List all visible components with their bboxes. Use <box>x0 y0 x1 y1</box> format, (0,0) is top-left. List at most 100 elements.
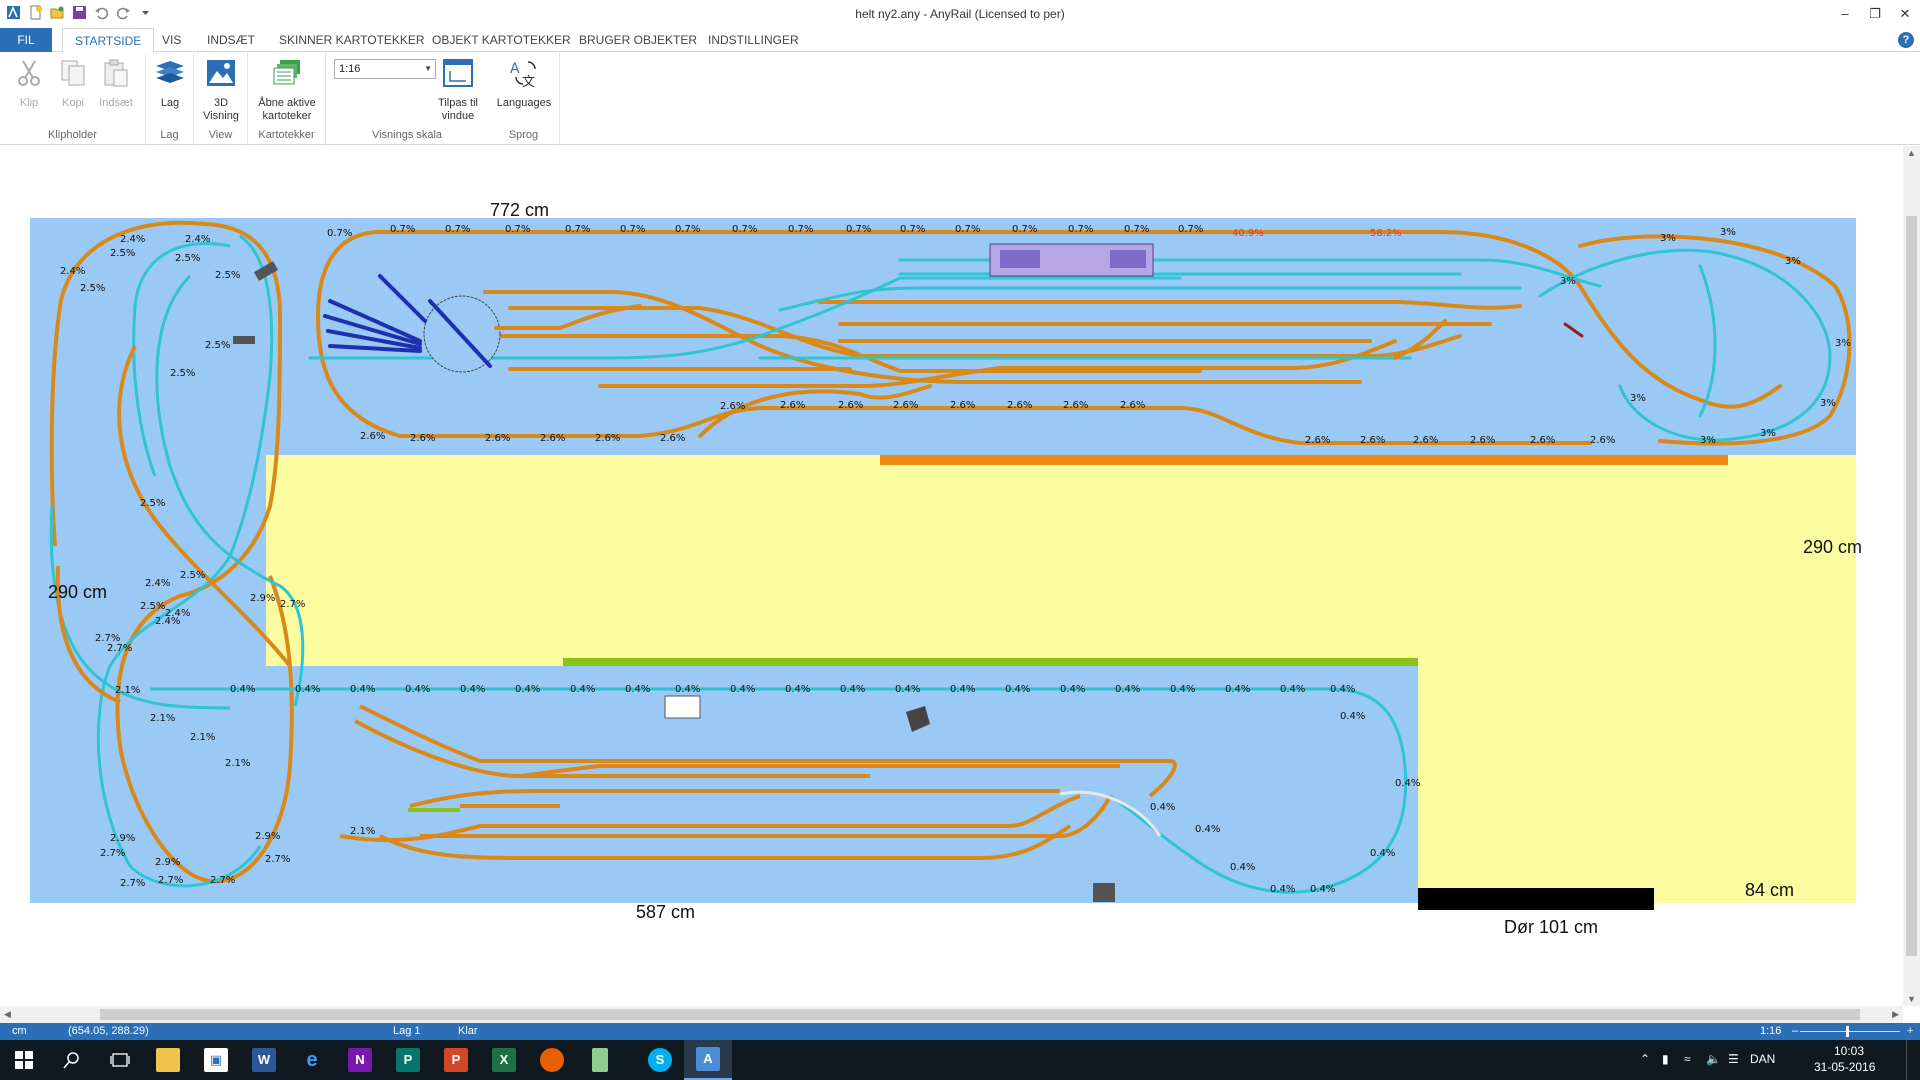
tray-date[interactable]: 31-05-2016 <box>1814 1060 1875 1074</box>
taskbar-edge[interactable]: e <box>288 1040 336 1080</box>
start-button[interactable] <box>0 1040 48 1080</box>
taskbar-publisher[interactable]: P <box>384 1040 432 1080</box>
grade-label-upper-lower: 2.6% <box>1413 435 1438 446</box>
grade-label-upper-main: 0.7% <box>955 224 980 235</box>
battery-icon[interactable]: ▮ <box>1662 1052 1669 1066</box>
taskbar-firefox[interactable] <box>528 1040 576 1080</box>
tab-skinner-kartotekker[interactable]: SKINNER KARTOTEKKER <box>267 28 437 52</box>
shelf-green <box>563 658 1418 666</box>
grade-label-upper-lower: 2.6% <box>720 401 745 412</box>
taskbar-file-explorer[interactable] <box>144 1040 192 1080</box>
close-button[interactable]: ✕ <box>1890 0 1920 28</box>
fit-label-1: Tilpas til <box>438 97 478 109</box>
grade-label-lower-main: 0.4% <box>460 684 485 695</box>
status-units[interactable]: cm <box>12 1023 27 1040</box>
zoom-slider-knob[interactable] <box>1846 1026 1849 1037</box>
vertical-scrollbar[interactable]: ▲ ▼ <box>1903 146 1920 1006</box>
vertical-scroll-thumb[interactable] <box>1906 216 1917 956</box>
layers-button[interactable]: Lag <box>151 57 189 110</box>
grade-label-figure8: 2.5% <box>80 283 105 294</box>
layout-canvas[interactable]: 0.7% 0.7% 0.7% 0.7% 0.7% 0.7% 0.7% 0.7% 0.7% 0.7%… <box>0 146 1903 1006</box>
tab-objekt-kartotekker[interactable]: OBJEKT KARTOTEKKER <box>420 28 583 52</box>
help-icon[interactable]: ? <box>1898 32 1914 48</box>
3d-view-label-2: Visning <box>203 110 239 122</box>
grade-label-figure8b: 2.4% <box>60 266 85 277</box>
grade-label-upper-main: 0.7% <box>900 224 925 235</box>
grade-label-lower-left-b: 2.9% <box>255 831 280 842</box>
loco-shed[interactable] <box>664 695 701 719</box>
zoom-out-button[interactable]: – <box>1792 1023 1798 1040</box>
horizontal-scrollbar[interactable]: ◀ ▶ <box>0 1006 1903 1023</box>
grade-label-lower-left: 2.7% <box>120 878 145 889</box>
tab-fil[interactable]: FIL <box>0 28 52 52</box>
scroll-up-icon[interactable]: ▲ <box>1903 148 1920 158</box>
tab-indstillinger[interactable]: INDSTILLINGER <box>696 28 811 52</box>
minimize-button[interactable]: – <box>1830 0 1860 28</box>
translate-icon: A文 <box>510 61 536 90</box>
paste-button[interactable]: Indsæt <box>96 57 136 110</box>
excel-icon: X <box>492 1048 516 1072</box>
scroll-right-icon[interactable]: ▶ <box>1892 1006 1899 1023</box>
task-view-button[interactable] <box>96 1040 144 1080</box>
status-layer[interactable]: Lag 1 <box>393 1023 421 1040</box>
grade-label-lower-main: 0.4% <box>895 684 920 695</box>
horizontal-scroll-thumb[interactable] <box>100 1009 1860 1020</box>
grade-label-figure8: 2.5% <box>175 253 200 264</box>
scroll-down-icon[interactable]: ▼ <box>1903 994 1920 1004</box>
restore-button[interactable]: ❐ <box>1860 0 1890 28</box>
3d-view-button[interactable]: 3D Visning <box>200 57 242 123</box>
catalog-icon <box>273 60 300 85</box>
scale-value: 1:16 <box>339 63 361 75</box>
3d-view-label-1: 3D <box>213 97 229 109</box>
copy-button[interactable]: Kopi <box>54 57 92 110</box>
show-desktop-button[interactable] <box>1906 1040 1914 1080</box>
zoom-slider[interactable] <box>1800 1026 1900 1037</box>
grade-label-lower-left-c: 2.1% <box>190 732 215 743</box>
tab-startside[interactable]: STARTSIDE <box>62 28 155 53</box>
taskbar-app-green[interactable] <box>576 1040 624 1080</box>
search-button[interactable] <box>48 1040 96 1080</box>
taskbar-skype[interactable]: S <box>636 1040 684 1080</box>
status-coords: (654.05, 288.29) <box>68 1025 149 1037</box>
languages-button[interactable]: A文 Languages <box>492 57 556 110</box>
grade-label-figure8: 2.5% <box>110 248 135 259</box>
cut-button[interactable]: Klip <box>10 57 48 110</box>
scale-select[interactable]: 1:16 ▼ <box>334 59 436 79</box>
grade-label-upper-lower: 2.6% <box>1063 400 1088 411</box>
group-label-clipboard: Klipholder <box>48 129 97 141</box>
grade-label-upper-main: 0.7% <box>620 224 645 235</box>
grade-label-upper-main: 0.7% <box>788 224 813 235</box>
station-wing-right <box>1110 250 1146 268</box>
tray-language[interactable]: DAN <box>1750 1052 1775 1066</box>
volume-icon[interactable]: 🔈 <box>1706 1052 1721 1066</box>
taskbar-onenote[interactable]: N <box>336 1040 384 1080</box>
tunnel-portal-lower[interactable] <box>1093 883 1115 902</box>
open-catalogs-button[interactable]: Åbne aktive kartoteker <box>252 57 322 123</box>
taskbar-anyrail[interactable]: A <box>684 1040 732 1080</box>
track-plan[interactable]: 0.7% 0.7% 0.7% 0.7% 0.7% 0.7% 0.7% 0.7% 0.7% 0.7%… <box>0 146 1903 1006</box>
tray-time[interactable]: 10:03 <box>1834 1044 1864 1058</box>
paste-icon <box>104 59 128 87</box>
taskbar-word[interactable]: W <box>240 1040 288 1080</box>
taskbar-excel[interactable]: X <box>480 1040 528 1080</box>
taskbar-store[interactable]: ▣ <box>192 1040 240 1080</box>
wifi-icon[interactable]: ≈ <box>1684 1052 1691 1066</box>
windows-logo-icon <box>15 1051 33 1069</box>
group-label-catalogs: Kartotekker <box>258 129 315 141</box>
grade-label-lower-left-c: 2.1% <box>350 826 375 837</box>
grade-label-loop-right: 3% <box>1835 338 1851 349</box>
taskbar-powerpoint[interactable]: P <box>432 1040 480 1080</box>
tab-vis[interactable]: VIS <box>150 28 193 52</box>
scroll-left-icon[interactable]: ◀ <box>4 1006 11 1023</box>
zoom-in-button[interactable]: + <box>1907 1023 1913 1040</box>
tab-indsaet[interactable]: INDSÆT <box>195 28 267 52</box>
dim-door: Dør 101 cm <box>1504 917 1598 937</box>
tab-bruger-objekter[interactable]: BRUGER OBJEKTER <box>567 28 709 52</box>
tunnel-portal-mid[interactable] <box>233 336 255 344</box>
tray-chevron-up-icon[interactable]: ⌃ <box>1640 1052 1650 1066</box>
copy-icon <box>61 60 85 86</box>
action-center-icon[interactable]: ☰ <box>1728 1052 1739 1066</box>
fit-to-window-button[interactable]: Tilpas til vindue <box>432 57 484 123</box>
grade-label-lower-left: 2.7% <box>107 643 132 654</box>
grade-label-upper-lower: 2.6% <box>660 433 685 444</box>
